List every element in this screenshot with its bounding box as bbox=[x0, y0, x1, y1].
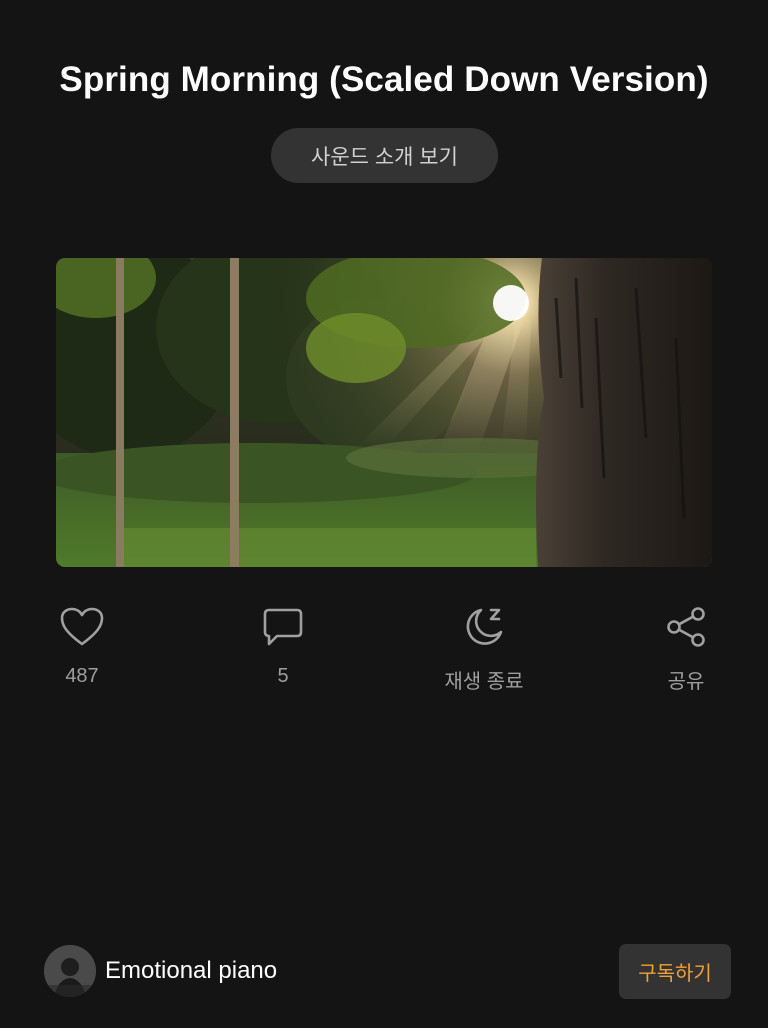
channel-info[interactable]: Emotional piano bbox=[44, 940, 277, 1002]
like-button[interactable]: 487 bbox=[22, 603, 142, 688]
moon-sleep-icon bbox=[460, 603, 508, 651]
comment-count: 5 bbox=[277, 665, 289, 687]
action-bar: 487 5 재생 종료 공유 bbox=[0, 603, 768, 703]
sound-detail-screen: Spring Morning (Scaled Down Version) 사운드… bbox=[0, 0, 768, 1028]
avatar bbox=[44, 945, 96, 997]
comment-icon bbox=[259, 603, 307, 651]
cover-image bbox=[56, 258, 712, 567]
like-count: 487 bbox=[65, 665, 99, 687]
sleep-timer-label: 재생 종료 bbox=[444, 671, 524, 693]
page-title: Spring Morning (Scaled Down Version) bbox=[59, 60, 709, 99]
channel-name: Emotional piano bbox=[105, 957, 278, 984]
share-icon bbox=[662, 603, 710, 651]
comment-button[interactable]: 5 bbox=[223, 603, 343, 688]
share-label: 공유 bbox=[667, 671, 705, 693]
heart-icon bbox=[58, 603, 106, 651]
subscribe-button[interactable]: 구독하기 bbox=[619, 944, 731, 999]
sound-intro-button[interactable]: 사운드 소개 보기 bbox=[271, 128, 498, 183]
sleep-timer-button[interactable]: 재생 종료 bbox=[424, 603, 544, 694]
share-button[interactable]: 공유 bbox=[626, 603, 746, 694]
